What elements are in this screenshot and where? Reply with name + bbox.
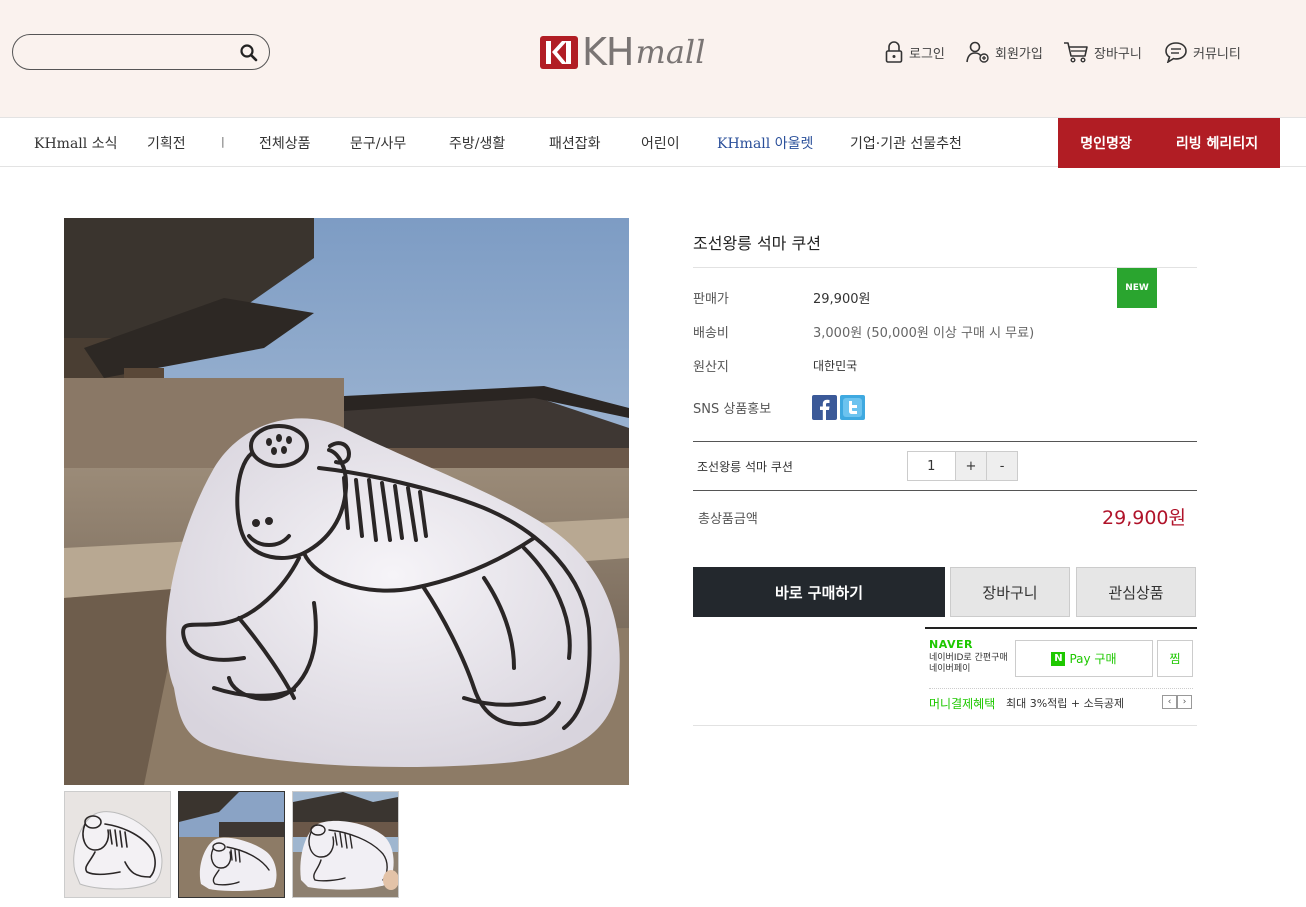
login-label: 로그인 xyxy=(909,46,945,62)
naver-benefit-desc: 최대 3%적립 + 소득공제 xyxy=(1006,697,1125,710)
naver-pay-button[interactable]: N Pay 구매 xyxy=(1015,640,1153,677)
login-link[interactable]: 로그인 xyxy=(884,40,945,64)
chevron-left-icon[interactable]: ‹ xyxy=(1162,695,1177,709)
naver-pay-top-border xyxy=(925,627,1197,629)
thumbnail-3-image xyxy=(293,792,398,897)
chat-icon xyxy=(1165,42,1187,63)
option-name: 조선왕릉 석마 쿠션 xyxy=(697,460,793,474)
main-nav: KHmall 소식 기획전 | 전체상품 문구/사무 주방/생활 패션잡화 어린… xyxy=(0,117,1306,168)
shipping-value: 3,000원 (50,000원 이상 구매 시 무료) xyxy=(813,326,1035,341)
quantity-minus-button[interactable]: - xyxy=(986,452,1017,480)
naver-zzim-button[interactable]: 찜 xyxy=(1157,640,1193,677)
search-box[interactable] xyxy=(12,34,270,70)
naver-logo: NAVER xyxy=(929,638,973,651)
user-add-icon xyxy=(966,41,989,63)
naver-benefit-label: 머니결제혜택 xyxy=(929,697,996,711)
nav-item-exhibition[interactable]: 기획전 xyxy=(147,133,186,153)
wishlist-button[interactable]: 관심상품 xyxy=(1076,567,1196,617)
product-title: 조선왕릉 석마 쿠션 xyxy=(693,234,821,253)
shipping-label: 배송비 xyxy=(693,326,729,341)
nav-item-all-products[interactable]: 전체상품 xyxy=(259,133,311,153)
thumbnail-3[interactable] xyxy=(292,791,399,898)
new-badge: NEW xyxy=(1117,268,1157,308)
naver-benefit-nav: ‹ › xyxy=(1162,695,1192,709)
cart-icon xyxy=(1064,42,1088,63)
naver-n-icon: N xyxy=(1051,651,1066,666)
sns-label: SNS 상품홍보 xyxy=(693,402,772,417)
quantity-stepper[interactable]: 1 + - xyxy=(907,451,1018,481)
origin-value: 대한민국 xyxy=(813,359,858,373)
nav-item-kitchen[interactable]: 주방/생활 xyxy=(449,133,505,153)
signup-label: 회원가입 xyxy=(995,46,1043,62)
nav-item-fashion[interactable]: 패션잡화 xyxy=(549,133,601,153)
cart-link[interactable]: 장바구니 xyxy=(1063,40,1142,64)
add-to-cart-button[interactable]: 장바구니 xyxy=(950,567,1070,617)
community-link[interactable]: 커뮤니티 xyxy=(1164,40,1241,64)
cushion-photo xyxy=(64,218,629,785)
community-label: 커뮤니티 xyxy=(1193,46,1241,62)
chevron-right-icon[interactable]: › xyxy=(1177,695,1192,709)
logo-mall-text: mall xyxy=(635,33,706,71)
naver-subtext: 네이버ID로 간편구매 네이버페이 xyxy=(929,653,1008,675)
site-logo[interactable]: KH mall xyxy=(540,30,706,74)
nav-item-news[interactable]: KHmall 소식 xyxy=(34,133,117,153)
naver-pay-label: Pay 구매 xyxy=(1069,652,1117,666)
quantity-plus-button[interactable]: + xyxy=(955,452,987,480)
origin-label: 원산지 xyxy=(693,360,729,375)
buy-now-button[interactable]: 바로 구매하기 xyxy=(693,567,945,617)
search-input[interactable] xyxy=(29,43,229,63)
nav-item-stationery[interactable]: 문구/사무 xyxy=(350,133,406,153)
thumbnail-2-image xyxy=(179,792,284,897)
nav-item-outlet[interactable]: KHmall 아울렛 xyxy=(717,133,813,153)
price-label: 판매가 xyxy=(693,292,729,307)
naver-subtext-line-2: 네이버페이 xyxy=(929,664,971,674)
nav-item-corporate-gifts[interactable]: 기업·기관 선물추천 xyxy=(850,133,962,153)
naver-divider xyxy=(929,688,1193,689)
thumbnail-1-image xyxy=(65,792,170,897)
header: KH mall 로그인 회원가입 장바구니 커뮤니티 xyxy=(0,0,1306,117)
quantity-value[interactable]: 1 xyxy=(908,452,956,480)
naver-subtext-line-1: 네이버ID로 간편구매 xyxy=(929,653,1008,663)
nav-item-living-heritage[interactable]: 리빙 헤리티지 xyxy=(1154,118,1280,168)
lock-icon xyxy=(885,41,903,63)
signup-link[interactable]: 회원가입 xyxy=(966,40,1043,64)
thumbnail-1[interactable] xyxy=(64,791,171,898)
thumbnail-2[interactable] xyxy=(178,791,285,898)
total-value: 29,900원 xyxy=(1102,507,1186,529)
product-main-image[interactable] xyxy=(64,218,629,785)
option-top-divider xyxy=(693,441,1197,442)
nav-separator: | xyxy=(221,135,225,148)
total-label: 총상품금액 xyxy=(698,512,758,527)
price-value: 29,900원 xyxy=(813,292,871,307)
info-bottom-divider xyxy=(693,725,1197,726)
nav-item-kids[interactable]: 어린이 xyxy=(641,133,680,153)
facebook-icon[interactable] xyxy=(812,395,837,420)
nav-item-masters[interactable]: 명인명장 xyxy=(1058,118,1154,168)
twitter-icon[interactable] xyxy=(840,395,865,420)
search-icon[interactable] xyxy=(239,43,259,63)
option-bottom-divider xyxy=(693,490,1197,491)
logo-kh-text: KH xyxy=(582,30,634,74)
kh-logo-mark-icon xyxy=(540,36,578,69)
cart-label: 장바구니 xyxy=(1094,46,1142,62)
